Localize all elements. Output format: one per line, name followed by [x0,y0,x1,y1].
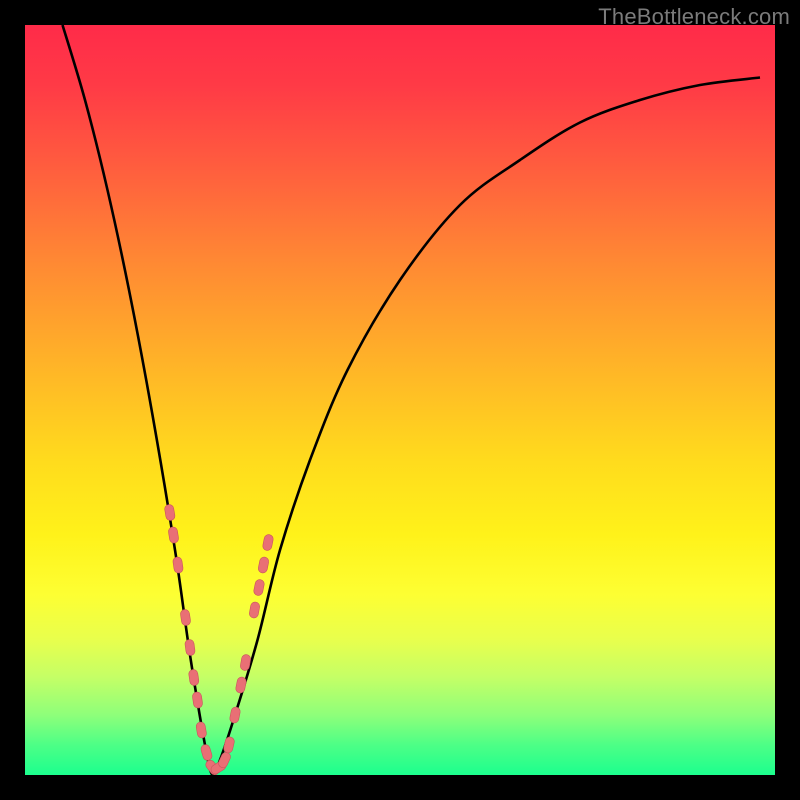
curve-marker [192,691,203,708]
curve-marker [229,706,241,723]
bottleneck-curve [25,25,775,775]
chart-plot-area [25,25,775,775]
curve-marker [164,504,176,521]
curve-marker [184,639,195,656]
curve-marker [249,601,261,618]
curve-marker [223,736,235,754]
curve-line [63,25,761,775]
curve-marker [168,526,179,543]
curve-marker [235,676,247,693]
curve-marker [196,721,208,738]
curve-marker [172,556,183,573]
curve-marker [262,534,274,551]
watermark-text: TheBottleneck.com [598,4,790,30]
curve-marker [200,744,213,762]
curve-marker [253,579,265,596]
curve-marker [180,609,191,626]
curve-marker [258,556,270,573]
curve-marker [188,669,199,686]
